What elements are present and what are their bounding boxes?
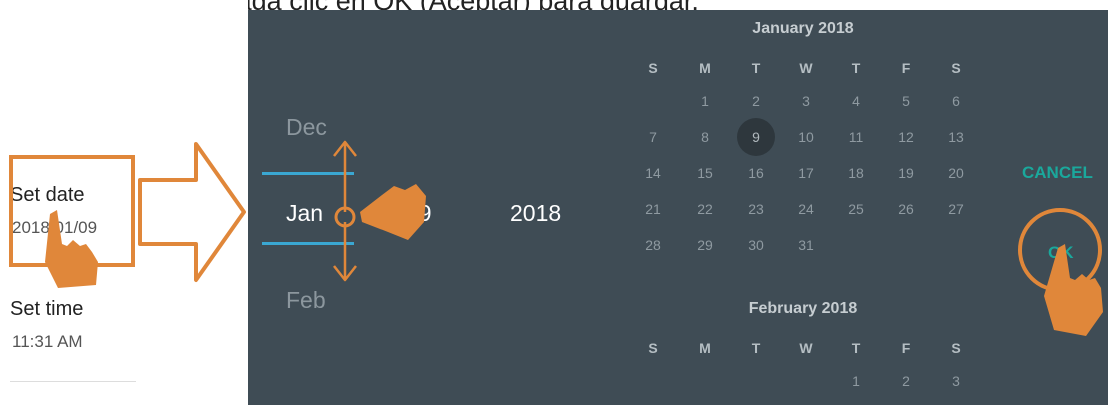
weekday-header: T — [851, 60, 861, 76]
weekday-header: S — [648, 340, 658, 356]
divider — [10, 381, 136, 382]
calendar-day[interactable]: 6 — [941, 93, 971, 109]
ok-button[interactable]: OK — [1048, 243, 1074, 263]
calendar-day[interactable]: 3 — [941, 373, 971, 389]
calendar-day[interactable]: 26 — [891, 201, 921, 217]
calendar-day-selected[interactable]: 9 — [737, 118, 775, 156]
calendar-day[interactable]: 16 — [741, 165, 771, 181]
selected-year[interactable]: 2018 — [510, 200, 561, 227]
calendar-day[interactable]: 29 — [690, 237, 720, 253]
prev-month-option[interactable]: Dec — [286, 114, 327, 141]
weekday-header: F — [901, 60, 911, 76]
selection-line-top — [262, 172, 354, 175]
calendar-day[interactable]: 1 — [690, 93, 720, 109]
cancel-button[interactable]: CANCEL — [1022, 163, 1093, 183]
calendar-day[interactable]: 25 — [841, 201, 871, 217]
calendar-day[interactable]: 30 — [741, 237, 771, 253]
calendar-day[interactable]: 21 — [638, 201, 668, 217]
calendar-day[interactable]: 7 — [638, 129, 668, 145]
calendar-day[interactable]: 22 — [690, 201, 720, 217]
calendar-day[interactable]: 24 — [791, 201, 821, 217]
weekday-header: F — [901, 340, 911, 356]
weekday-header: W — [799, 340, 813, 356]
selected-month[interactable]: Jan — [286, 200, 323, 227]
selected-day[interactable]: 09 — [406, 200, 432, 227]
calendar-day[interactable]: 5 — [891, 93, 921, 109]
calendar-day[interactable]: 17 — [791, 165, 821, 181]
calendar-day[interactable]: 28 — [638, 237, 668, 253]
weekday-header: M — [699, 340, 711, 356]
set-date-highlight — [9, 155, 135, 267]
calendar-day[interactable]: 10 — [791, 129, 821, 145]
calendar-day[interactable]: 1 — [841, 373, 871, 389]
weekday-header: S — [951, 60, 961, 76]
calendar-month-january: January 2018 — [752, 20, 854, 37]
calendar-day[interactable]: 23 — [741, 201, 771, 217]
calendar-day[interactable]: 3 — [791, 93, 821, 109]
calendar-day[interactable]: 13 — [941, 129, 971, 145]
date-picker-panel: Dec Jan 09 2018 Feb January 2018 SMTWTFS… — [248, 10, 1108, 405]
calendar-day[interactable]: 11 — [841, 129, 871, 145]
weekday-header: T — [751, 340, 761, 356]
calendar-day[interactable]: 27 — [941, 201, 971, 217]
calendar-month-february: February 2018 — [748, 300, 858, 317]
calendar-day[interactable]: 31 — [791, 237, 821, 253]
weekday-header: S — [648, 60, 658, 76]
set-time-title[interactable]: Set time — [10, 298, 83, 321]
calendar-day[interactable]: 2 — [891, 373, 921, 389]
calendar-day[interactable]: 8 — [690, 129, 720, 145]
calendar-day[interactable]: 15 — [690, 165, 720, 181]
calendar-day[interactable]: 2 — [741, 93, 771, 109]
calendar-day[interactable]: 18 — [841, 165, 871, 181]
calendar-day[interactable]: 14 — [638, 165, 668, 181]
calendar-day[interactable]: 19 — [891, 165, 921, 181]
settings-list: Set date 2018/01/09 Set time 11:31 AM — [0, 0, 248, 405]
calendar-day[interactable]: 20 — [941, 165, 971, 181]
calendar-day[interactable]: 12 — [891, 129, 921, 145]
weekday-header: T — [851, 340, 861, 356]
weekday-header: T — [751, 60, 761, 76]
next-month-option[interactable]: Feb — [286, 287, 326, 314]
set-time-value: 11:31 AM — [12, 332, 83, 351]
calendar-day[interactable]: 4 — [841, 93, 871, 109]
weekday-header: W — [799, 60, 813, 76]
weekday-header: M — [699, 60, 711, 76]
selection-line-bottom — [262, 242, 354, 245]
weekday-header: S — [951, 340, 961, 356]
